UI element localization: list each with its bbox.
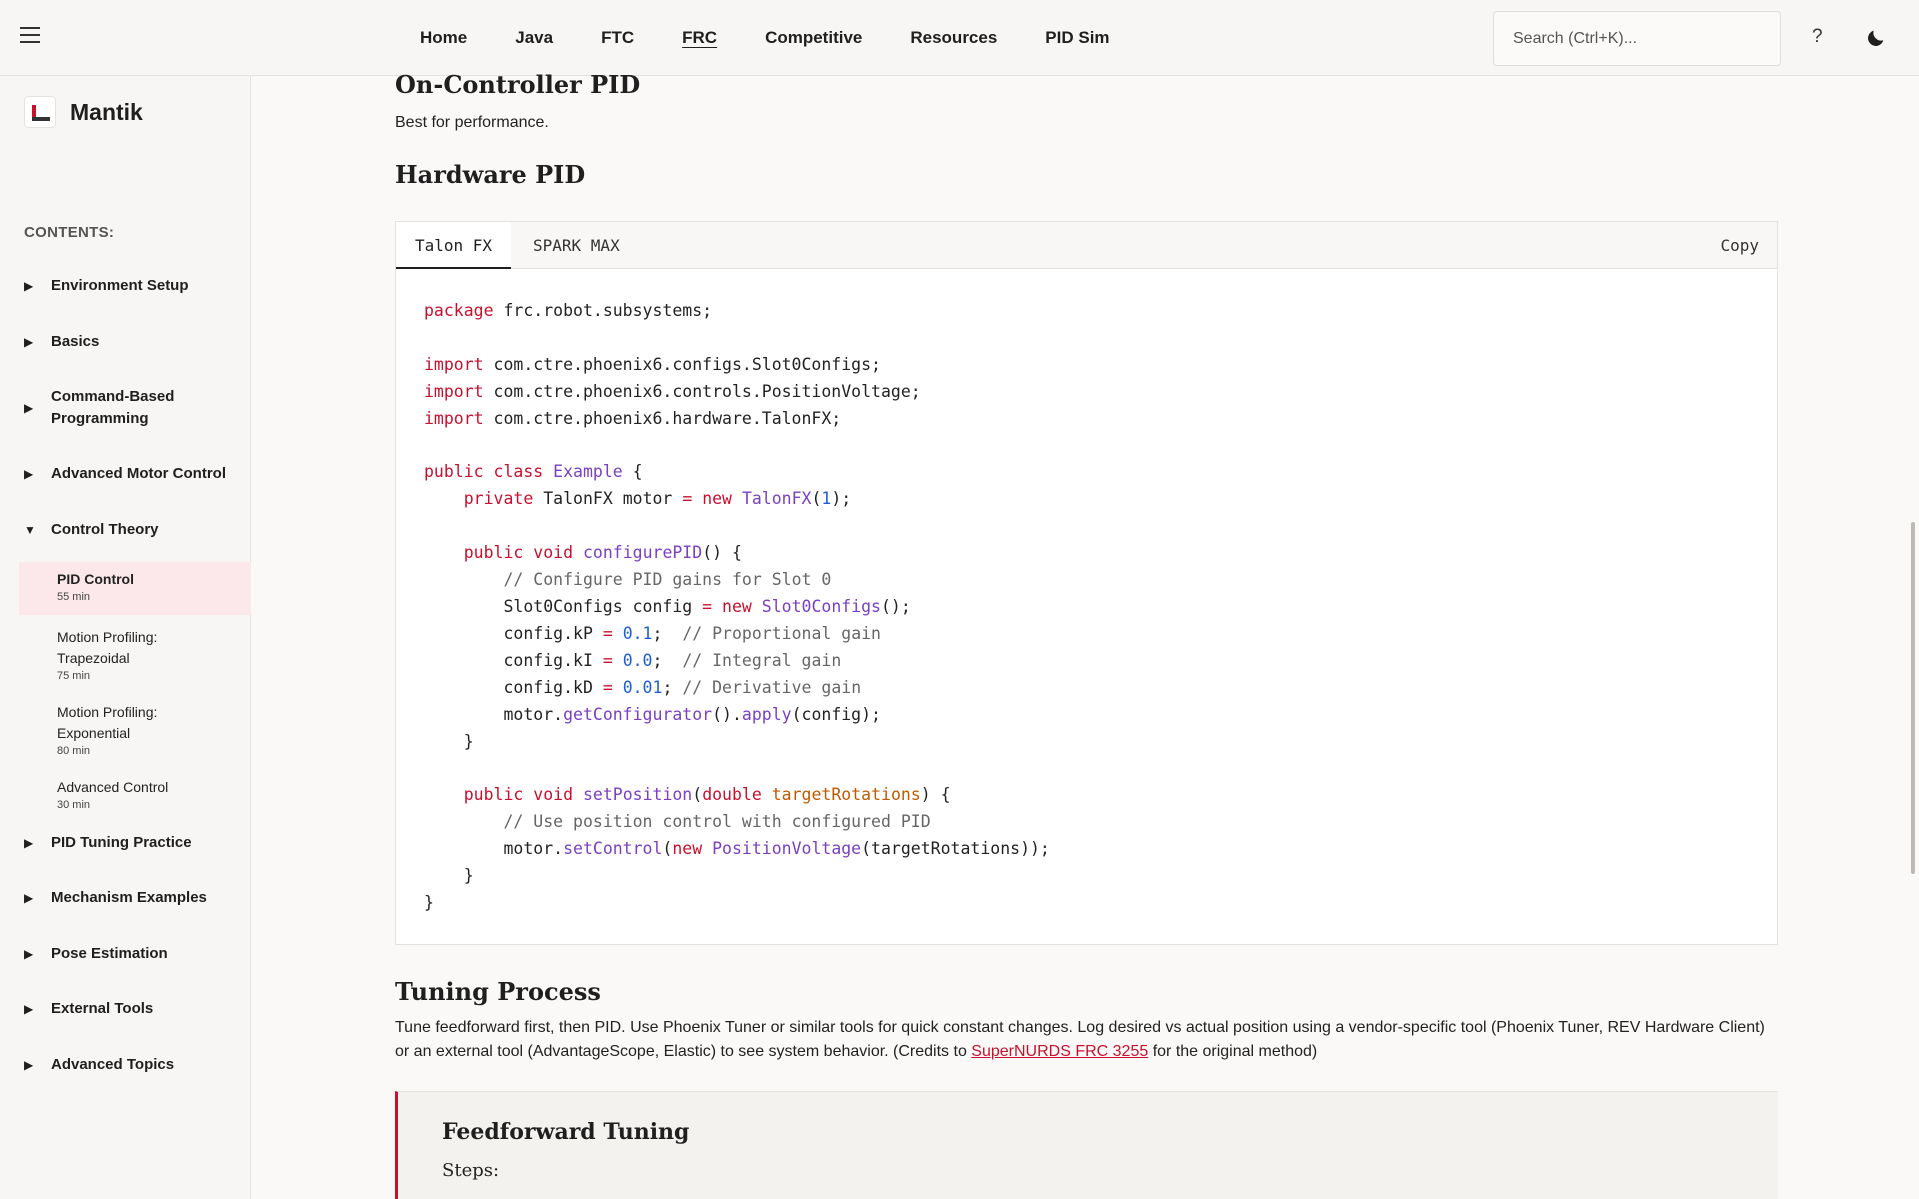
page-scrollbar[interactable] (1911, 522, 1915, 874)
sidebar-item-pose-estimation[interactable]: ▶ Pose Estimation (24, 943, 168, 965)
steps-label: Steps: (442, 1160, 500, 1181)
sidebar-subitem-advanced-control[interactable]: Advanced Control 30 min (19, 771, 251, 811)
tab-spark-max[interactable]: SPARK MAX (514, 222, 639, 269)
nav-pid-sim[interactable]: PID Sim (1045, 28, 1109, 48)
sidebar-item-command-based-programming[interactable]: ▶ Command-Based Programming (24, 386, 224, 430)
heading-tuning-process: Tuning Process (395, 977, 601, 1006)
search-input[interactable] (1493, 11, 1781, 66)
expand-arrow-icon: ▶ (24, 1002, 34, 1016)
expand-arrow-icon: ▶ (24, 335, 34, 349)
heading-hardware-pid: Hardware PID (395, 160, 586, 189)
code-block: Talon FX SPARK MAX Copy package frc.robo… (395, 221, 1778, 945)
contents-label: CONTENTS: (24, 224, 115, 241)
sidebar-item-pid-tuning-practice[interactable]: ▶ PID Tuning Practice (24, 832, 192, 854)
on-controller-description: Best for performance. (395, 114, 549, 131)
sidebar-item-advanced-motor-control[interactable]: ▶ Advanced Motor Control (24, 463, 226, 485)
top-nav-bar: Home Java FTC FRC Competitive Resources … (0, 0, 1919, 76)
tuning-description: Tune feedforward first, then PID. Use Ph… (395, 1019, 1765, 1060)
expand-arrow-icon: ▶ (24, 947, 34, 961)
heading-feedforward-tuning: Feedforward Tuning (442, 1119, 690, 1145)
sidebar-item-environment-setup[interactable]: ▶ Environment Setup (24, 275, 189, 297)
expand-arrow-icon: ▶ (24, 836, 34, 850)
nav-java[interactable]: Java (515, 28, 553, 48)
sidebar-item-external-tools[interactable]: ▶ External Tools (24, 998, 153, 1020)
main-nav: Home Java FTC FRC Competitive Resources … (420, 0, 1158, 76)
sidebar-subitem-motion-profiling-trapezoidal[interactable]: Motion Profiling: Trapezoidal 75 min (19, 621, 251, 682)
collapse-arrow-icon: ▼ (24, 523, 36, 537)
brand-name: Mantik (70, 98, 143, 125)
feedforward-callout: Feedforward Tuning Steps: (395, 1091, 1778, 1199)
help-icon[interactable]: ? (1812, 26, 1823, 48)
nav-frc[interactable]: FRC (682, 28, 717, 48)
sidebar-subitem-motion-profiling-exponential[interactable]: Motion Profiling: Exponential 80 min (19, 696, 251, 757)
code-content: package frc.robot.subsystems; import com… (424, 301, 1050, 912)
copy-button[interactable]: Copy (1720, 222, 1759, 269)
expand-arrow-icon: ▶ (24, 279, 34, 293)
expand-arrow-icon: ▶ (24, 891, 34, 905)
sidebar-subitem-pid-control[interactable]: PID Control 55 min (19, 562, 251, 615)
expand-arrow-icon: ▶ (24, 1058, 34, 1072)
sidebar: Mantik CONTENTS: ▶ Environment Setup ▶ B… (0, 76, 251, 1199)
heading-on-controller-pid: On-Controller PID (395, 70, 641, 99)
sidebar-item-basics[interactable]: ▶ Basics (24, 331, 99, 353)
nav-competitive[interactable]: Competitive (765, 28, 862, 48)
nav-home[interactable]: Home (420, 28, 467, 48)
nav-resources[interactable]: Resources (910, 28, 997, 48)
hamburger-menu-icon[interactable] (20, 27, 40, 45)
supernurds-link[interactable]: SuperNURDS FRC 3255 (971, 1043, 1148, 1060)
expand-arrow-icon: ▶ (24, 401, 34, 415)
brand-logo-icon (24, 96, 56, 128)
tab-talon-fx[interactable]: Talon FX (396, 222, 512, 269)
code-tabs: Talon FX SPARK MAX Copy (396, 222, 1777, 269)
moon-icon[interactable] (1865, 27, 1887, 49)
sidebar-item-advanced-topics[interactable]: ▶ Advanced Topics (24, 1054, 174, 1076)
expand-arrow-icon: ▶ (24, 467, 34, 481)
sidebar-item-control-theory[interactable]: ▼ Control Theory (24, 519, 159, 541)
sidebar-item-mechanism-examples[interactable]: ▶ Mechanism Examples (24, 887, 207, 909)
nav-ftc[interactable]: FTC (601, 28, 634, 48)
brand[interactable]: Mantik (24, 96, 143, 128)
